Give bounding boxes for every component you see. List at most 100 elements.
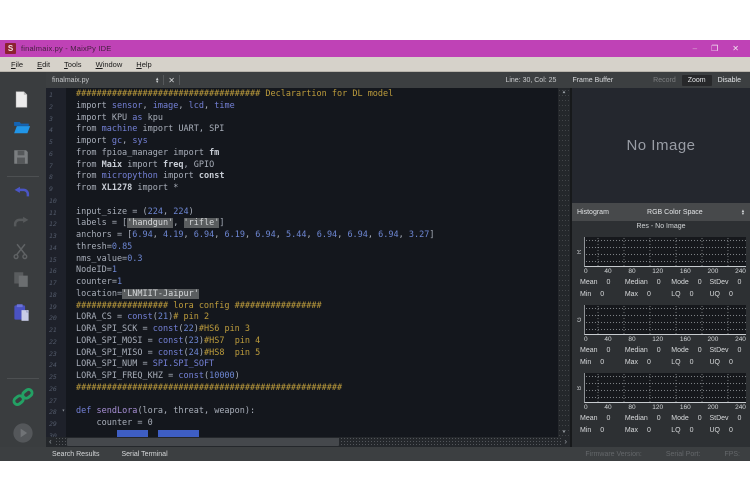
restore-icon[interactable]: ❐ [711, 44, 718, 54]
status-labels: Firmware Version: Serial Port: FPS: [561, 451, 740, 458]
code-line-12[interactable]: 12 labels = ['handgun', 'rifle'] [46, 218, 558, 230]
window-controls: – ❐ ✕ [693, 44, 745, 54]
line-number: 1 [46, 89, 66, 101]
code-line-23[interactable]: 23 LORA_SPI_MISO = const(24)#HS8 pin 5 [46, 347, 558, 360]
code-line-21[interactable]: 21 LORA_SPI_SCK = const(22)#HS6 pin 3 [46, 324, 558, 336]
code-line-28[interactable]: 28 ▾ def sendLora(lora, threat, weapon): [46, 406, 558, 418]
code-line-24[interactable]: 24 LORA_SPI_NUM = SPI.SPI_SOFT [46, 359, 558, 371]
scroll-right-icon[interactable]: › [561, 438, 570, 446]
code-line-18[interactable]: 18 location='LNMIIT-Jaipur' [46, 288, 558, 301]
paste-button[interactable] [12, 303, 34, 325]
disable-button[interactable]: Disable [712, 75, 747, 86]
tab-spinner-icon[interactable]: ▲ ▼ [155, 76, 159, 84]
close-icon[interactable]: ✕ [732, 44, 739, 54]
undo-button[interactable] [12, 184, 34, 206]
code-line-8[interactable]: 8 from micropython import const [46, 171, 558, 183]
code-line-9[interactable]: 9 from XL1278 import * [46, 183, 558, 195]
code-line-26[interactable]: 26 ######################################… [46, 382, 558, 395]
zoom-button[interactable]: Zoom [681, 74, 712, 86]
new-file-button[interactable] [12, 90, 34, 112]
stat-stdev: StDev 0 [709, 414, 742, 422]
code-line-16[interactable]: 16 NodeID=1 [46, 265, 558, 277]
redo-button[interactable] [12, 214, 34, 236]
stats-row: Mean 0 Median 0 Mode 0 StDev 0 [576, 344, 746, 356]
code-line-3[interactable]: 3 import KPU as kpu [46, 112, 558, 125]
no-image-text: No Image [626, 137, 696, 154]
histogram-channel-r: R 0 40 80 120 160 200 240 Mean 0 Median 0 Mode 0 StDev… [576, 237, 746, 300]
record-button[interactable]: Record [647, 75, 682, 86]
status-fps: FPS: [724, 450, 740, 458]
colorspace-spinner-icon[interactable]: ▲ ▼ [741, 208, 745, 216]
run-button[interactable] [12, 422, 34, 444]
menu-item-help[interactable]: Help [129, 60, 158, 69]
cursor-position: Line: 30, Col: 25 [505, 76, 557, 84]
code-line-11[interactable]: 11 input_size = (224, 224) [46, 206, 558, 219]
fold-marker-icon[interactable]: ▾ [62, 408, 65, 414]
open-file-button[interactable] [12, 118, 34, 140]
scroll-down-icon[interactable]: ▼ [563, 430, 566, 435]
code-text: counter = 0 [76, 418, 153, 428]
scrollbar-track[interactable] [54, 437, 562, 447]
stat-min: Min 0 [580, 426, 605, 434]
code-line-13[interactable]: 13 anchors = [6.94, 4.19, 6.94, 6.19, 6.9… [46, 230, 558, 242]
menu-item-file[interactable]: File [4, 60, 30, 69]
bottom-tab-serial-terminal[interactable]: Serial Terminal [121, 451, 167, 458]
code-text: import sensor, image, lcd, time [76, 100, 235, 111]
code-editor[interactable]: 1 #################################### De… [46, 88, 570, 437]
code-line-4[interactable]: 4 from machine import UART, SPI [46, 124, 558, 136]
scroll-left-icon[interactable]: ‹ [46, 438, 55, 446]
code-text: import gc, sys [76, 136, 148, 146]
save-file-button[interactable] [12, 148, 34, 170]
copy-icon [14, 272, 28, 287]
line-number: 6 [46, 147, 66, 160]
code-line-2[interactable]: 2 import sensor, image, lcd, time [46, 100, 558, 113]
code-line-14[interactable]: 14 thresh=0.85 [46, 241, 558, 254]
code-line-5[interactable]: 5 import gc, sys [46, 136, 558, 148]
save-floppy-icon [14, 150, 28, 164]
maixpy-ide-window: S finalmaix.py - MaixPy IDE – ❐ ✕ File Ed… [0, 40, 750, 461]
code-line-15[interactable]: 15 nms_value=0.3 [46, 253, 558, 266]
code-line-29[interactable]: 29 counter = 0 [46, 418, 558, 430]
tab-close-icon[interactable]: ✕ [168, 76, 175, 85]
code-line-10[interactable]: 10 [46, 194, 558, 207]
copy-button[interactable] [12, 270, 34, 292]
scroll-up-icon[interactable]: ▲ [563, 90, 566, 95]
histogram-header: Histogram RGB Color Space ▲ ▼ [572, 203, 750, 221]
code-text: LORA_SPI_MOSI = const(23)#HS7 pin 4 [76, 335, 261, 346]
menu-item-edit[interactable]: Edit [30, 60, 57, 69]
tab-finalmaix[interactable]: finalmaix.py ▲ ▼ ✕ [46, 72, 186, 88]
tab-separator [163, 75, 165, 85]
x-axis-ticks: 0 40 80 120 160 200 240 [584, 404, 746, 411]
scrollbar-thumb[interactable] [66, 438, 339, 446]
code-line-25[interactable]: 25 LORA_SPI_FREQ_KHZ = const(10000) [46, 371, 558, 383]
frame-buffer-preview: No Image [572, 88, 750, 203]
horizontal-scrollbar[interactable]: ‹ › [46, 437, 570, 447]
code-line-22[interactable]: 22 LORA_SPI_MOSI = const(23)#HS7 pin 4 [46, 335, 558, 348]
code-line-19[interactable]: 19 ################## lora config #######… [46, 300, 558, 313]
menu-item-window[interactable]: Window [89, 60, 130, 69]
bottom-tab-search-results[interactable]: Search Results [52, 451, 99, 458]
line-number: 15 [46, 253, 66, 266]
stats-row: Min 0 Max 0 LQ 0 UQ 0 [576, 424, 746, 436]
stat-uq: UQ 0 [709, 358, 733, 366]
code-text: nms_value=0.3 [76, 253, 143, 264]
connect-button[interactable] [12, 386, 34, 408]
code-text: location='LNMIIT-Jaipur' [76, 288, 199, 299]
code-line-27[interactable]: 27 [46, 394, 558, 407]
code-line-1[interactable]: 1 #################################### De… [46, 89, 558, 101]
minimize-icon[interactable]: – [693, 44, 697, 54]
code-line-30[interactable]: 30 [46, 429, 558, 437]
stat-mean: Mean 0 [580, 278, 611, 286]
code-line-17[interactable]: 17 counter=1 [46, 277, 558, 289]
cut-button[interactable] [12, 242, 34, 264]
code-line-6[interactable]: 6 from fpioa_manager import fm [46, 147, 558, 160]
vertical-scrollbar[interactable]: ▲ ▼ [558, 88, 570, 437]
stats-row: Mean 0 Median 0 Mode 0 StDev 0 [576, 412, 746, 424]
axis-label-b: B [577, 386, 583, 391]
title-bar[interactable]: S finalmaix.py - MaixPy IDE – ❐ ✕ [0, 40, 750, 57]
code-line-20[interactable]: 20 LORA_CS = const(21)# pin 2 [46, 312, 558, 324]
code-line-7[interactable]: 7 from Maix import freq, GPIO [46, 159, 558, 172]
menu-item-tools[interactable]: Tools [57, 60, 89, 69]
colorspace-dropdown[interactable]: RGB Color Space [609, 209, 741, 216]
